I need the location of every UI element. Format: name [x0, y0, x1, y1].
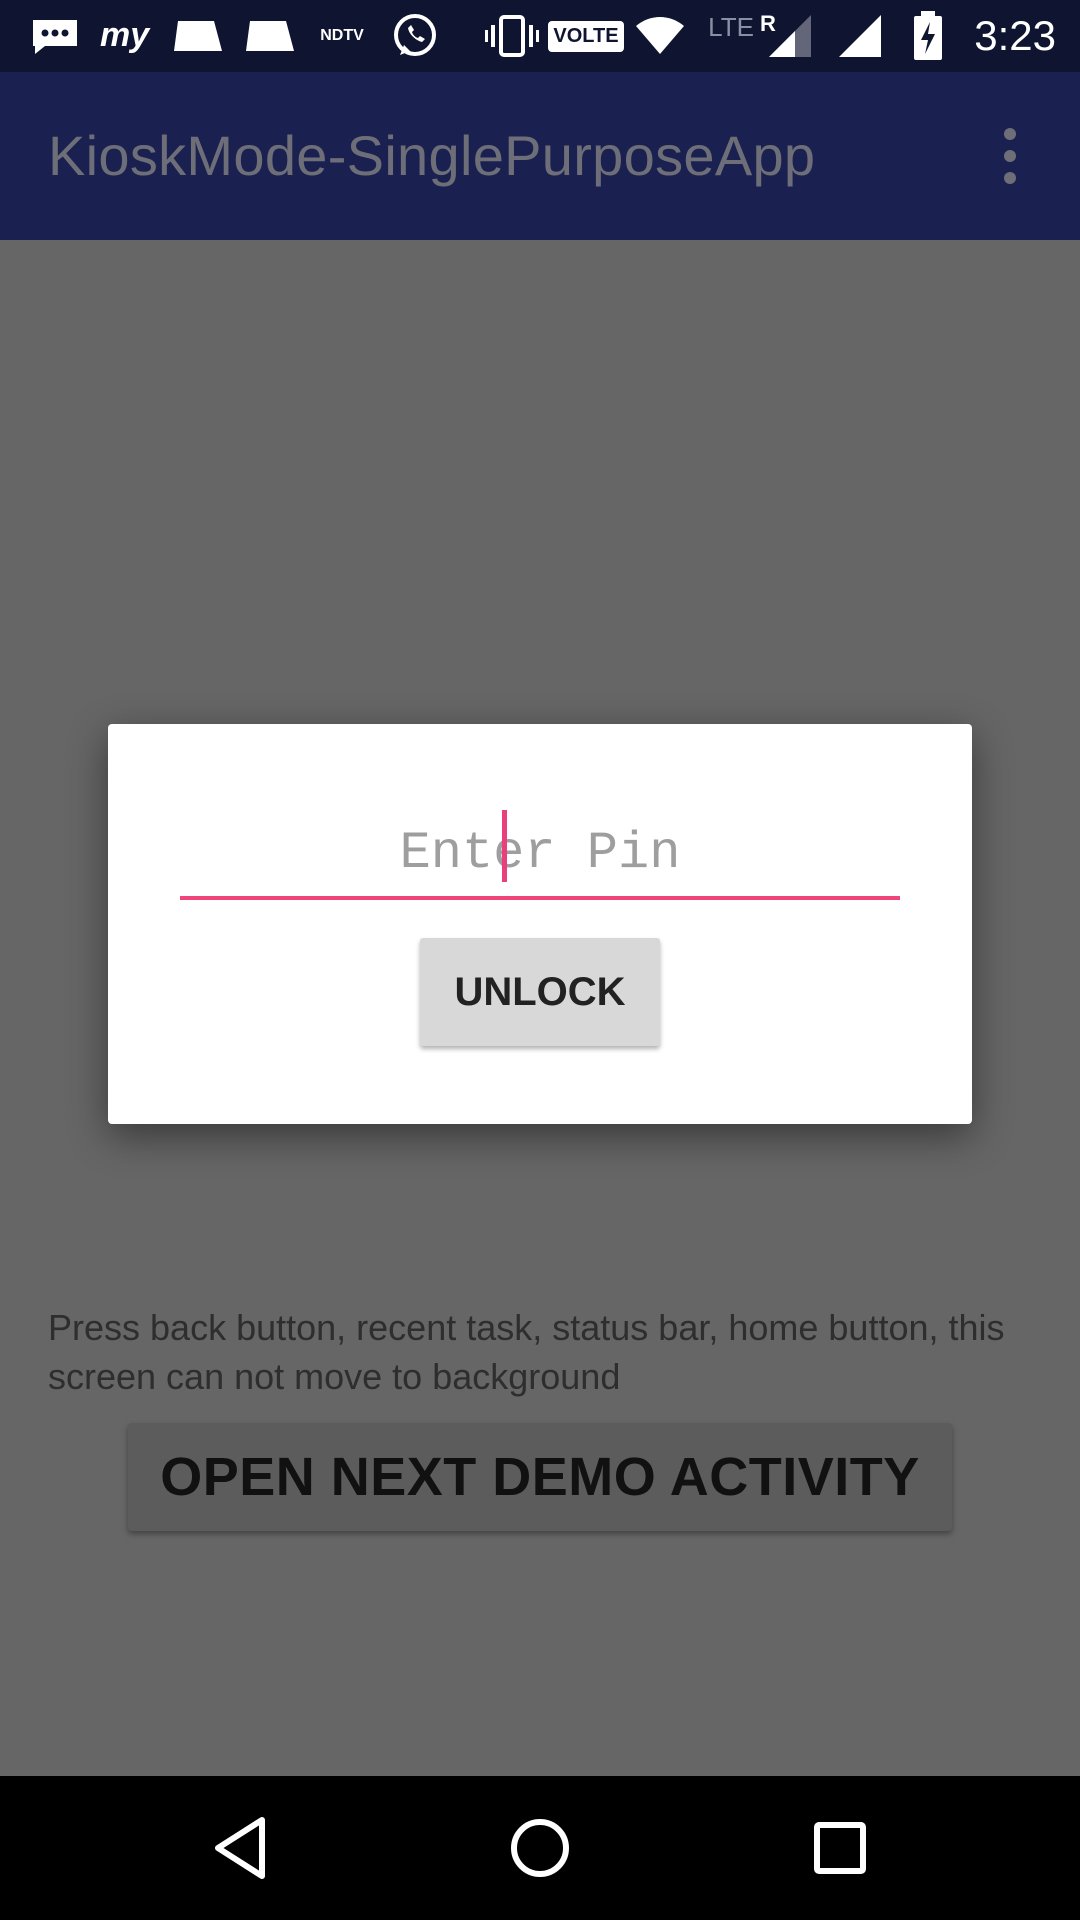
app-title: KioskMode-SinglePurposeApp: [48, 124, 816, 187]
info-text: Press back button, recent task, status b…: [48, 1307, 1005, 1397]
unlock-button[interactable]: UNLOCK: [420, 938, 660, 1046]
wifi-icon: [632, 0, 688, 72]
open-next-demo-activity-button[interactable]: OPEN NEXT DEMO ACTIVITY: [128, 1423, 952, 1531]
cell-signal-icon: [834, 0, 886, 72]
recents-icon[interactable]: [790, 1798, 890, 1898]
pin-input-field: [180, 810, 900, 900]
cell-signal-icon: [764, 0, 816, 72]
overflow-menu-icon[interactable]: [970, 116, 1050, 196]
navigation-bar: [0, 1776, 1080, 1920]
back-icon[interactable]: [190, 1798, 290, 1898]
pin-dialog: UNLOCK: [108, 724, 972, 1124]
status-bar[interactable]: my NDTV VOLTE LTE R 3:23: [0, 0, 1080, 72]
pin-input[interactable]: [180, 810, 900, 896]
whatsapp-icon: [386, 0, 444, 72]
svg-text:my: my: [100, 16, 151, 54]
text-cursor: [502, 810, 507, 882]
notification-icon: [170, 0, 226, 72]
home-icon[interactable]: [490, 1798, 590, 1898]
status-bar-time: 3:23: [974, 12, 1056, 59]
vibrate-icon: [482, 0, 542, 72]
myntra-icon: my: [96, 0, 156, 72]
notification-icon: [242, 0, 298, 72]
volte-icon: VOLTE: [548, 0, 624, 72]
battery-charging-icon: [906, 0, 950, 72]
messages-icon: [26, 0, 84, 72]
app-bar: KioskMode-SinglePurposeApp: [0, 72, 1080, 240]
ndtv-icon: NDTV: [320, 27, 364, 44]
